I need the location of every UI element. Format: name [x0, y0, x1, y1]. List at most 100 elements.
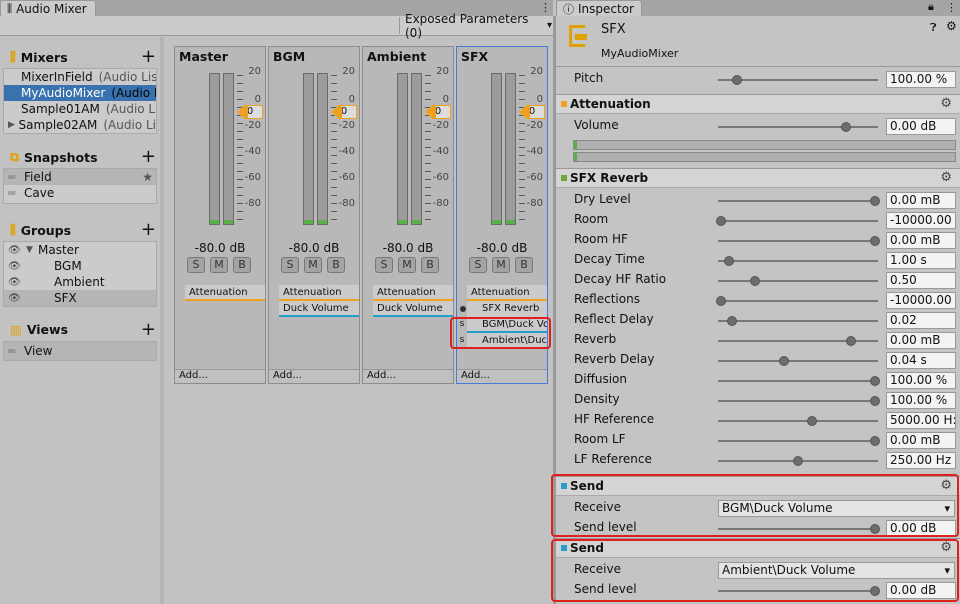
- param-field[interactable]: -10000.00: [886, 292, 956, 309]
- solo-button[interactable]: S: [469, 257, 487, 273]
- lock-icon[interactable]: 🔒︎: [928, 0, 934, 14]
- mute-button[interactable]: M: [210, 257, 228, 273]
- add-group-button[interactable]: +: [141, 221, 156, 239]
- param-slider[interactable]: [718, 440, 878, 442]
- tab-audio-mixer[interactable]: ⫼ Audio Mixer: [0, 0, 96, 16]
- param-knob[interactable]: [724, 256, 735, 266]
- effect-slot[interactable]: Attenuation: [373, 285, 453, 301]
- add-effect-button[interactable]: Add...: [457, 369, 547, 383]
- param-knob[interactable]: [869, 196, 880, 206]
- bypass-button[interactable]: B: [327, 257, 345, 273]
- param-knob[interactable]: [716, 216, 727, 226]
- param-slider[interactable]: [718, 220, 878, 222]
- param-knob[interactable]: [869, 436, 880, 446]
- mixer-strip-bgm[interactable]: BGM 20 0 -20 -40 -60 -80 0 -80.0 dB S M B Attenuatio…: [268, 46, 360, 384]
- param-knob[interactable]: [845, 336, 856, 346]
- list-item[interactable]: ═ Cave: [4, 185, 156, 201]
- eye-icon[interactable]: 👁︎: [8, 277, 54, 288]
- param-slider[interactable]: [718, 380, 878, 382]
- chevron-right-icon[interactable]: ▶: [8, 120, 19, 130]
- attenuation-header[interactable]: Attenuation ⚙: [556, 94, 960, 114]
- param-slider[interactable]: [718, 300, 878, 302]
- volume-knob[interactable]: [841, 122, 851, 132]
- param-slider[interactable]: [718, 260, 878, 262]
- solo-button[interactable]: S: [375, 257, 393, 273]
- list-item[interactable]: 👁︎ BGM: [4, 258, 156, 274]
- solo-button[interactable]: S: [281, 257, 299, 273]
- effect-slot[interactable]: SFX Reverb: [467, 301, 547, 317]
- list-item[interactable]: Sample01AM (Audio Li: [4, 101, 156, 117]
- param-slider[interactable]: [718, 240, 878, 242]
- tab-inspector[interactable]: ⓘ Inspector: [556, 0, 642, 16]
- param-field[interactable]: 0.00 mB: [886, 332, 956, 349]
- effect-slot[interactable]: Duck Volume: [373, 301, 453, 317]
- param-slider[interactable]: [718, 360, 878, 362]
- param-knob[interactable]: [778, 356, 789, 366]
- list-item[interactable]: ═ View: [4, 342, 156, 360]
- eye-icon[interactable]: 👁︎: [8, 293, 54, 304]
- param-knob[interactable]: [869, 396, 880, 406]
- eye-icon[interactable]: 👁︎: [8, 261, 54, 272]
- param-field[interactable]: 1.00 s: [886, 252, 956, 269]
- param-slider[interactable]: [718, 280, 878, 282]
- list-item[interactable]: MyAudioMixer (Audio L: [4, 85, 156, 101]
- param-knob[interactable]: [716, 296, 727, 306]
- param-field[interactable]: 100.00 %: [886, 392, 956, 409]
- param-field[interactable]: 250.00 Hz: [886, 452, 956, 469]
- add-mixer-button[interactable]: +: [141, 48, 156, 66]
- param-field[interactable]: -10000.00: [886, 212, 956, 229]
- param-field[interactable]: 0.00 mB: [886, 232, 956, 249]
- param-field[interactable]: 0.50: [886, 272, 956, 289]
- add-effect-button[interactable]: Add...: [363, 369, 453, 383]
- pitch-knob[interactable]: [732, 75, 743, 85]
- pitch-field[interactable]: 100.00 %: [886, 71, 956, 88]
- gear-icon[interactable]: ⚙: [940, 96, 952, 111]
- mixer-strip-ambient[interactable]: Ambient 20 0 -20 -40 -60 -80 0 -80.0 dB S M B Attenu…: [362, 46, 454, 384]
- star-icon[interactable]: ★: [142, 170, 153, 184]
- mute-button[interactable]: M: [492, 257, 510, 273]
- list-item[interactable]: 👁︎ SFX: [4, 290, 156, 306]
- param-knob[interactable]: [869, 236, 880, 246]
- drag-handle-icon[interactable]: ═: [8, 344, 24, 358]
- param-knob[interactable]: [749, 276, 760, 286]
- param-field[interactable]: 0.00 mB: [886, 192, 956, 209]
- volume-field[interactable]: 0.00 dB: [886, 118, 956, 135]
- list-item[interactable]: ▶ Sample02AM (Audio Li: [4, 117, 156, 133]
- drag-handle-icon[interactable]: ═: [8, 170, 24, 184]
- param-field[interactable]: 5000.00 H:: [886, 412, 956, 429]
- param-knob[interactable]: [807, 416, 818, 426]
- param-slider[interactable]: [718, 320, 878, 322]
- bypass-button[interactable]: B: [421, 257, 439, 273]
- add-effect-button[interactable]: Add...: [269, 369, 359, 383]
- eye-icon[interactable]: 👁︎: [8, 245, 26, 256]
- chevron-down-icon[interactable]: ▼: [26, 245, 38, 255]
- param-field[interactable]: 0.04 s: [886, 352, 956, 369]
- param-slider[interactable]: [718, 200, 878, 202]
- drag-handle-icon[interactable]: ═: [8, 186, 24, 200]
- add-view-button[interactable]: +: [141, 320, 156, 338]
- list-item[interactable]: ═ Field ★: [4, 169, 156, 185]
- bypass-button[interactable]: B: [515, 257, 533, 273]
- param-knob[interactable]: [793, 456, 803, 466]
- exposed-parameters-dropdown[interactable]: Exposed Parameters (0) ▾: [399, 12, 552, 40]
- list-item[interactable]: 👁︎ Ambient: [4, 274, 156, 290]
- effect-slot[interactable]: Duck Volume: [279, 301, 359, 317]
- add-effect-button[interactable]: Add...: [175, 369, 265, 383]
- mute-button[interactable]: M: [304, 257, 322, 273]
- volume-slider[interactable]: [718, 126, 878, 128]
- effect-slot[interactable]: Attenuation: [467, 285, 547, 301]
- list-item[interactable]: 👁︎ ▼ Master: [4, 242, 156, 258]
- param-field[interactable]: 100.00 %: [886, 372, 956, 389]
- gear-icon[interactable]: ⚙: [940, 170, 952, 185]
- param-field[interactable]: 0.02: [886, 312, 956, 329]
- param-knob[interactable]: [869, 376, 880, 386]
- effect-slot[interactable]: Attenuation: [185, 285, 265, 301]
- window-menu-icon[interactable]: ⋮: [946, 1, 957, 14]
- mute-button[interactable]: M: [398, 257, 416, 273]
- param-slider[interactable]: [718, 420, 878, 422]
- add-snapshot-button[interactable]: +: [141, 148, 156, 166]
- bypass-button[interactable]: B: [233, 257, 251, 273]
- settings-icon[interactable]: ⚙: [946, 19, 957, 33]
- effect-slot[interactable]: Attenuation: [279, 285, 359, 301]
- mixer-strip-master[interactable]: Master 20 0 -20 -40 -60 -80 0 -80.0 dB S M B Attenua…: [174, 46, 266, 384]
